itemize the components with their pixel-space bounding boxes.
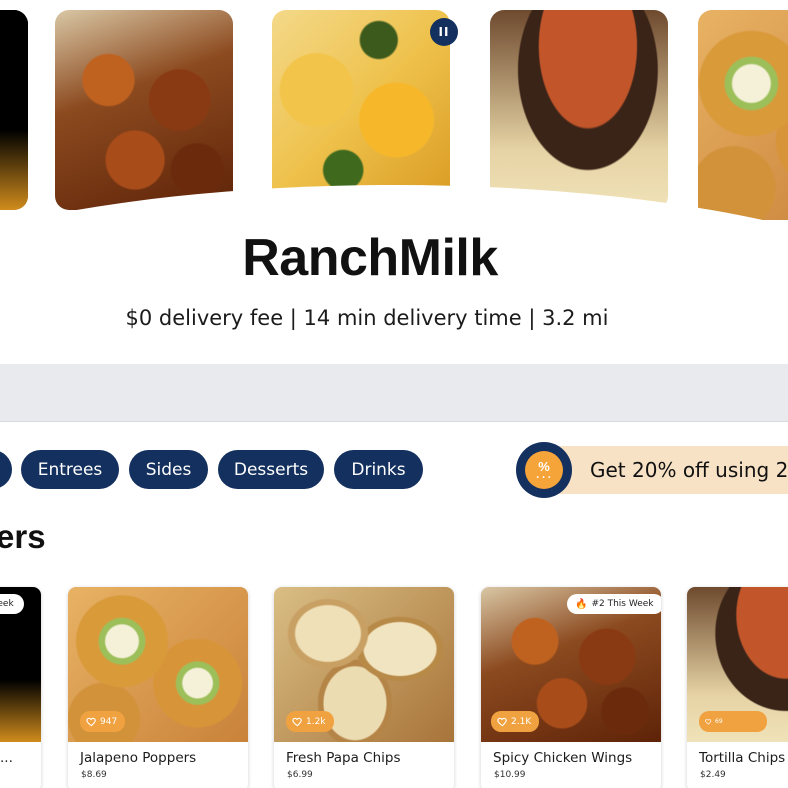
- menu-item-price: $6.99: [287, 770, 313, 780]
- discount-dots: • • •: [536, 474, 552, 481]
- menu-card-fresh-papa-chips[interactable]: 1.2k Fresh Papa Chips $6.99: [274, 587, 454, 788]
- category-pill-partial[interactable]: [0, 450, 12, 489]
- poppers-image: [698, 10, 788, 220]
- hero-carousel[interactable]: II: [0, 0, 788, 485]
- delivery-info: $0 delivery fee | 14 min delivery time |…: [125, 306, 609, 330]
- carousel-slide[interactable]: [0, 10, 28, 210]
- like-count: 2.1K: [511, 716, 532, 727]
- like-button[interactable]: 1.2k: [286, 711, 334, 732]
- like-button[interactable]: 947: [80, 711, 126, 732]
- menu-card-jalapeno-poppers[interactable]: 947 Jalapeno Poppers $8.69: [68, 587, 248, 788]
- menu-card-spicy-chicken-wings[interactable]: 🔥 #2 This Week 2.1K Spicy Chicken Wings …: [481, 587, 661, 788]
- restaurant-page: II RanchMilk $0 delivery fee | 14 min de…: [0, 0, 788, 788]
- section-title: ers: [0, 518, 46, 555]
- nachos-image: [272, 10, 450, 210]
- carousel-slide-salsa[interactable]: [490, 10, 668, 210]
- salsa-image: [490, 10, 668, 210]
- carousel-slide-nachos[interactable]: [272, 10, 450, 210]
- heart-icon: [497, 717, 507, 727]
- heart-icon: [705, 719, 712, 725]
- carousel-slide-poppers[interactable]: [698, 10, 788, 220]
- menu-item-name: Jalapeno Poppers: [80, 750, 197, 766]
- like-button[interactable]: 2.1K: [491, 711, 540, 732]
- discount-icon: % • • •: [516, 442, 572, 498]
- category-pill-desserts[interactable]: Desserts: [218, 450, 324, 489]
- menu-item-price: $2.49: [700, 770, 726, 780]
- flame-icon: 🔥: [575, 598, 588, 610]
- category-pill-sides[interactable]: Sides: [129, 450, 208, 489]
- menu-item-price: $8.69: [81, 770, 107, 780]
- like-button[interactable]: 69: [699, 711, 767, 732]
- rank-badge: 🔥 #2 This Week: [567, 594, 661, 614]
- like-count: 69: [715, 718, 723, 725]
- heart-icon: [292, 717, 302, 727]
- carousel-slide-wings[interactable]: [55, 10, 233, 210]
- menu-card-tortilla-chips[interactable]: 69 Tortilla Chips $2.49: [687, 587, 788, 788]
- menu-item-name: Spicy Chicken Wings: [493, 750, 633, 766]
- like-count: 1.2k: [306, 716, 326, 727]
- discount-glyph: %: [538, 458, 550, 474]
- like-count: 947: [100, 716, 118, 727]
- category-pill-entrees[interactable]: Entrees: [21, 450, 119, 489]
- pause-icon[interactable]: II: [430, 18, 458, 46]
- section-divider: [0, 364, 788, 422]
- category-pill-drinks[interactable]: Drinks: [334, 450, 423, 489]
- heart-icon: [86, 717, 96, 727]
- restaurant-name: RanchMilk: [242, 229, 498, 287]
- menu-item-price: $10.99: [494, 770, 526, 780]
- menu-item-name: ...: [0, 750, 13, 766]
- menu-item-name: Tortilla Chips: [699, 750, 786, 766]
- promo-text: Get 20% off using 200: [590, 458, 788, 482]
- rank-badge: Week: [0, 594, 24, 614]
- rank-badge-text: #2 This Week: [591, 599, 654, 609]
- wings-image: [55, 10, 233, 210]
- menu-item-name: Fresh Papa Chips: [286, 750, 401, 766]
- pause-glyph: II: [438, 25, 450, 39]
- menu-card[interactable]: Week ...: [0, 587, 41, 788]
